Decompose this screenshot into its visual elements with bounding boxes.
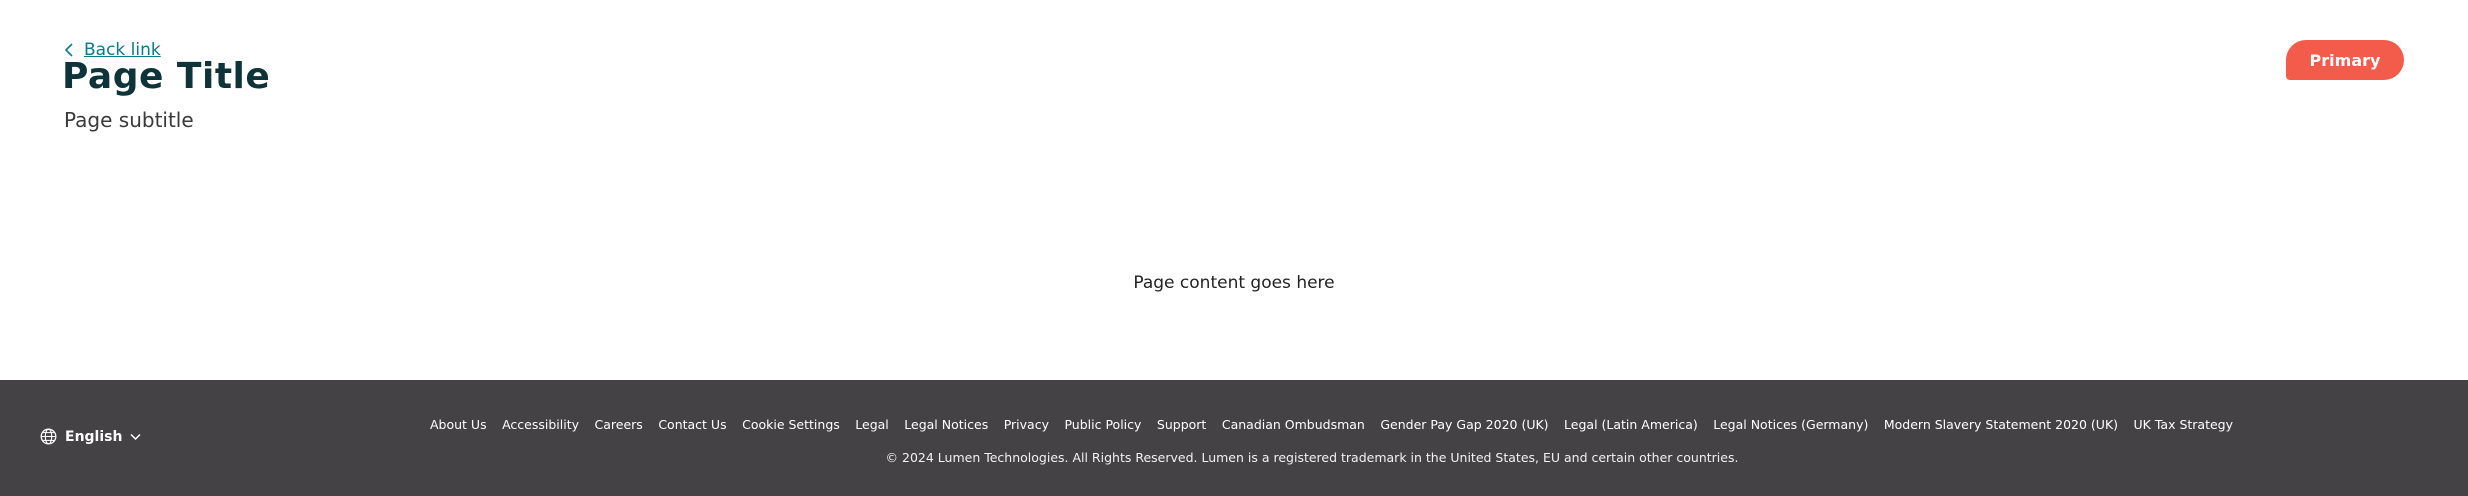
footer-link-canadian-ombudsman[interactable]: Canadian Ombudsman	[1222, 417, 1365, 432]
page-title: Page Title	[62, 56, 271, 97]
page-header: Back link Page Title Page subtitle Prima…	[0, 0, 2468, 380]
footer-link-contact-us[interactable]: Contact Us	[658, 417, 726, 432]
language-label: English	[65, 428, 123, 445]
footer-link-support[interactable]: Support	[1157, 417, 1206, 432]
footer-links: About Us Accessibility Careers Contact U…	[430, 417, 2249, 432]
footer-link-careers[interactable]: Careers	[595, 417, 643, 432]
footer-link-public-policy[interactable]: Public Policy	[1064, 417, 1141, 432]
footer-link-legal-latin-america[interactable]: Legal (Latin America)	[1564, 417, 1698, 432]
page-content: Page content goes here	[1133, 273, 1335, 293]
footer: English About Us Accessibility Careers C…	[0, 380, 2468, 496]
copyright-text: © 2024 Lumen Technologies. All Rights Re…	[885, 450, 1739, 465]
footer-link-cookie-settings[interactable]: Cookie Settings	[742, 417, 840, 432]
language-selector[interactable]: English	[40, 428, 141, 445]
footer-link-accessibility[interactable]: Accessibility	[502, 417, 579, 432]
globe-icon	[40, 428, 57, 445]
primary-button[interactable]: Primary	[2286, 40, 2404, 80]
footer-link-about-us[interactable]: About Us	[430, 417, 487, 432]
footer-link-gender-pay-gap[interactable]: Gender Pay Gap 2020 (UK)	[1380, 417, 1548, 432]
footer-link-privacy[interactable]: Privacy	[1004, 417, 1049, 432]
footer-link-legal-notices-germany[interactable]: Legal Notices (Germany)	[1713, 417, 1868, 432]
chevron-left-icon	[64, 43, 73, 57]
footer-link-uk-tax-strategy[interactable]: UK Tax Strategy	[2134, 417, 2233, 432]
footer-link-legal-notices[interactable]: Legal Notices	[904, 417, 988, 432]
footer-link-modern-slavery-statement[interactable]: Modern Slavery Statement 2020 (UK)	[1884, 417, 2118, 432]
footer-link-legal[interactable]: Legal	[855, 417, 889, 432]
page-subtitle: Page subtitle	[64, 108, 194, 132]
chevron-down-icon	[130, 433, 141, 440]
